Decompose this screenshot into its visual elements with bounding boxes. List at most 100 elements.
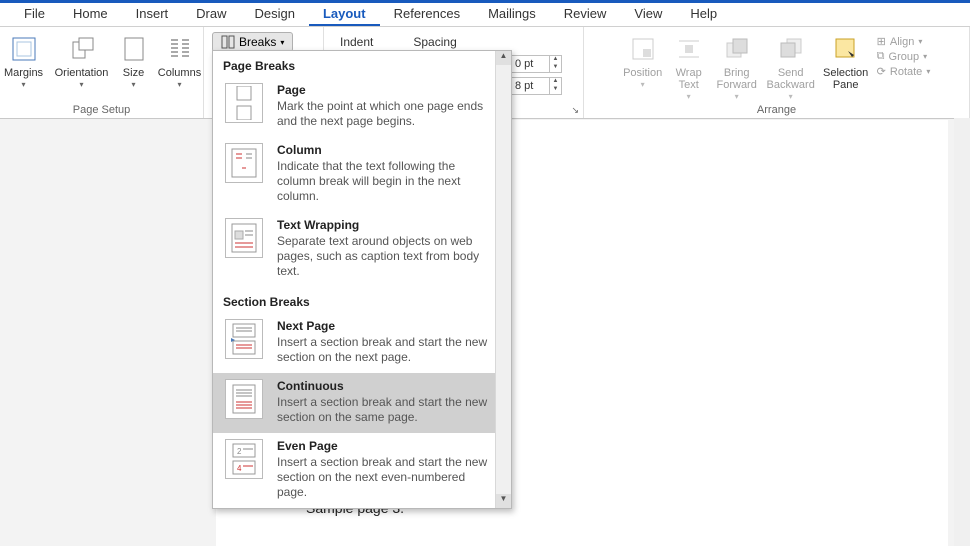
spacing-before-input[interactable]: 0 pt ▲▼ xyxy=(510,55,562,73)
dropdown-item-continuous[interactable]: Continuous Insert a section break and sta… xyxy=(213,373,511,433)
breaks-label: Breaks xyxy=(239,35,276,49)
caret-icon: ▾ xyxy=(641,80,645,89)
selection-pane-icon xyxy=(832,35,860,63)
scroll-down-icon[interactable]: ▼ xyxy=(496,494,511,508)
spacing-label: Spacing xyxy=(413,35,456,49)
svg-text:2: 2 xyxy=(237,447,242,456)
send-backward-button: Send Backward ▾ xyxy=(763,33,819,103)
tab-design[interactable]: Design xyxy=(241,3,309,26)
spacing-after-input[interactable]: 8 pt ▲▼ xyxy=(510,77,562,95)
dropdown-scrollbar[interactable]: ▲ ▼ xyxy=(495,51,511,508)
bring-forward-label: Bring Forward xyxy=(713,67,761,91)
orientation-label: Orientation xyxy=(55,67,109,79)
orientation-button[interactable]: Orientation ▾ xyxy=(52,33,112,91)
tab-file[interactable]: File xyxy=(10,3,59,26)
bring-forward-icon xyxy=(723,35,751,63)
send-backward-label: Send Backward xyxy=(765,67,817,91)
align-icon: ⊞ xyxy=(877,35,886,48)
chevron-down-icon: ▾ xyxy=(280,38,284,47)
ribbon-tabs: FileHomeInsertDrawDesignLayoutReferences… xyxy=(0,3,970,27)
column-break-icon xyxy=(225,143,263,183)
selection-pane-label: Selection Pane xyxy=(821,67,871,91)
dropdown-item-title: Text Wrapping xyxy=(277,218,491,232)
dropdown-item-next-page[interactable]: Next Page Insert a section break and star… xyxy=(213,313,511,373)
breaks-dropdown: ▲ ▼ Page Breaks Page Mark the point at wh… xyxy=(212,50,512,509)
continuous-icon xyxy=(225,379,263,419)
breaks-button[interactable]: Breaks ▾ xyxy=(212,32,293,52)
spinner-down-icon[interactable]: ▼ xyxy=(550,64,561,72)
caret-icon: ▾ xyxy=(79,80,83,89)
indent-label: Indent xyxy=(340,35,373,49)
dropdown-item-desc: Separate text around objects on web page… xyxy=(277,234,491,279)
caret-icon: ▾ xyxy=(131,80,135,89)
tab-layout[interactable]: Layout xyxy=(309,3,380,26)
dropdown-item-desc: Mark the point at which one page ends an… xyxy=(277,99,491,129)
tab-draw[interactable]: Draw xyxy=(182,3,240,26)
vertical-scrollbar[interactable] xyxy=(954,118,970,546)
columns-icon xyxy=(166,35,194,63)
dropdown-item-title: Column xyxy=(277,143,491,157)
next-page-icon xyxy=(225,319,263,359)
text-wrapping-icon xyxy=(225,218,263,258)
position-label: Position xyxy=(623,67,662,79)
spinner-up-icon[interactable]: ▲ xyxy=(550,78,561,86)
tab-view[interactable]: View xyxy=(620,3,676,26)
dropdown-item-page[interactable]: Page Mark the point at which one page end… xyxy=(213,77,511,137)
position-button: Position ▾ xyxy=(619,33,667,103)
align-button: ⊞Align ▾ xyxy=(877,35,931,48)
tab-mailings[interactable]: Mailings xyxy=(474,3,550,26)
selection-pane-button[interactable]: Selection Pane xyxy=(819,33,873,103)
tab-review[interactable]: Review xyxy=(550,3,621,26)
breaks-icon xyxy=(221,35,235,49)
page-break-icon xyxy=(225,83,263,123)
tab-references[interactable]: References xyxy=(380,3,474,26)
dropdown-item-even-page[interactable]: 24 Even PageInsert a section break and s… xyxy=(213,433,511,508)
caret-icon: ▾ xyxy=(735,92,739,101)
svg-text:4: 4 xyxy=(237,464,242,473)
rotate-button: ⟳Rotate ▾ xyxy=(877,65,931,78)
dialog-launcher-icon[interactable]: ↘ xyxy=(571,105,579,116)
spacing-after-value: 8 pt xyxy=(515,80,533,92)
columns-button[interactable]: Columns ▾ xyxy=(156,33,204,91)
dropdown-item-desc: Insert a section break and start the new… xyxy=(277,335,491,365)
tab-help[interactable]: Help xyxy=(676,3,731,26)
dropdown-item-title: Page xyxy=(277,83,491,97)
dropdown-item-title: Next Page xyxy=(277,319,491,333)
wrap-text-button: Wrap Text ▾ xyxy=(667,33,711,103)
margins-label: Margins xyxy=(4,67,43,79)
rotate-icon: ⟳ xyxy=(877,65,886,78)
size-icon xyxy=(120,35,148,63)
group-button: ⧉Group ▾ xyxy=(877,50,931,63)
even-page-icon: 24 xyxy=(225,439,263,479)
group-page-setup: Margins ▾ Orientation ▾ Size ▾ xyxy=(0,27,204,118)
dropdown-item-title: Continuous xyxy=(277,379,491,393)
dropdown-header-page-breaks: Page Breaks xyxy=(213,51,511,77)
spinner-up-icon[interactable]: ▲ xyxy=(550,56,561,64)
tab-insert[interactable]: Insert xyxy=(122,3,183,26)
send-backward-icon xyxy=(777,35,805,63)
orientation-icon xyxy=(68,35,96,63)
dropdown-item-title: Even Page xyxy=(277,439,491,453)
bring-forward-button: Bring Forward ▾ xyxy=(711,33,763,103)
dropdown-item-text-wrapping[interactable]: Text Wrapping Separate text around object… xyxy=(213,212,511,287)
wrap-text-label: Wrap Text xyxy=(669,67,709,91)
dropdown-item-desc: Insert a section break and start the new… xyxy=(277,395,491,425)
scroll-up-icon[interactable]: ▲ xyxy=(496,51,511,65)
margins-button[interactable]: Margins ▾ xyxy=(0,33,48,91)
dropdown-item-desc: Indicate that the text following the col… xyxy=(277,159,491,204)
size-button[interactable]: Size ▾ xyxy=(116,33,152,91)
wrap-text-icon xyxy=(675,35,703,63)
margins-icon xyxy=(10,35,38,63)
dropdown-item-desc: Insert a section break and start the new… xyxy=(277,455,491,500)
dropdown-header-section-breaks: Section Breaks xyxy=(213,287,511,313)
group-label-page-setup: Page Setup xyxy=(0,104,203,116)
dropdown-item-column[interactable]: Column Indicate that the text following t… xyxy=(213,137,511,212)
group-arrange: Position ▾ Wrap Text ▾ Bring Forward ▾ S… xyxy=(584,27,970,118)
spacing-before-value: 0 pt xyxy=(515,58,533,70)
spinner-down-icon[interactable]: ▼ xyxy=(550,86,561,94)
group-icon: ⧉ xyxy=(877,50,885,63)
group-label-arrange: Arrange xyxy=(584,104,969,116)
tab-home[interactable]: Home xyxy=(59,3,122,26)
caret-icon: ▾ xyxy=(177,80,181,89)
caret-icon: ▾ xyxy=(687,92,691,101)
